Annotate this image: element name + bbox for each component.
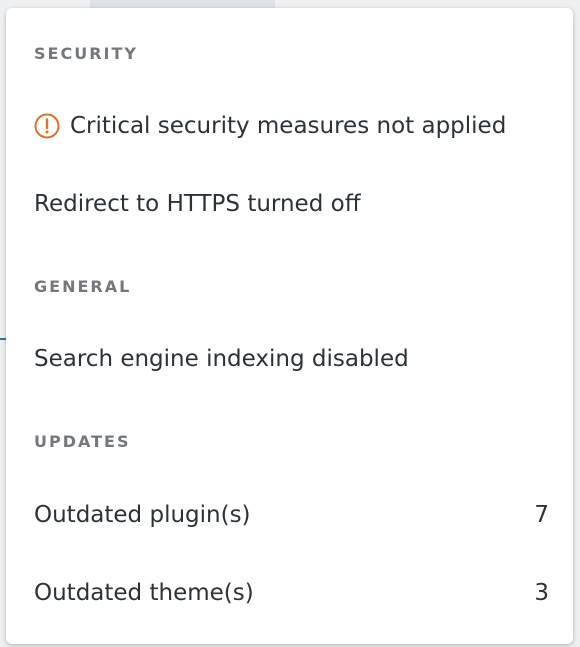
outdated-themes-count: 3 bbox=[534, 580, 549, 606]
outdated-plugins-label: Outdated plugin(s) bbox=[34, 502, 251, 528]
alert-circle-icon bbox=[34, 113, 60, 139]
search-indexing-item[interactable]: Search engine indexing disabled bbox=[34, 342, 549, 376]
https-redirect-item[interactable]: Redirect to HTTPS turned off bbox=[34, 187, 549, 221]
outdated-plugins-count: 7 bbox=[534, 502, 549, 528]
outdated-plugins-item[interactable]: Outdated plugin(s) 7 bbox=[34, 498, 549, 532]
section-heading-security: SECURITY bbox=[34, 44, 138, 63]
section-heading-general: GENERAL bbox=[34, 277, 132, 296]
backdrop-tab-strip bbox=[90, 0, 275, 8]
https-redirect-label: Redirect to HTTPS turned off bbox=[34, 191, 361, 217]
search-indexing-label: Search engine indexing disabled bbox=[34, 346, 409, 372]
outdated-themes-label: Outdated theme(s) bbox=[34, 580, 254, 606]
site-health-popover: SECURITY Critical security measures not … bbox=[6, 8, 573, 644]
section-heading-updates: UPDATES bbox=[34, 432, 131, 451]
critical-security-item[interactable]: Critical security measures not applied bbox=[34, 109, 549, 143]
critical-security-label: Critical security measures not applied bbox=[70, 113, 507, 139]
outdated-themes-item[interactable]: Outdated theme(s) 3 bbox=[34, 576, 549, 610]
